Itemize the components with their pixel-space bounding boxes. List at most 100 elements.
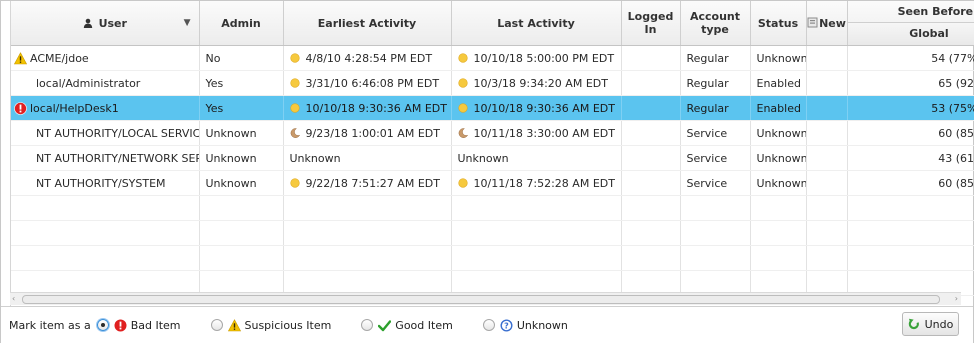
- accounts-panel: User ▼ Admin Earliest Activity Last Acti…: [0, 0, 974, 343]
- empty-cell: [680, 245, 751, 271]
- suspicious-item-radio[interactable]: [210, 319, 223, 331]
- empty-cell: [750, 195, 807, 221]
- user-name: NT AUTHORITY/LOCAL SERVICE: [36, 126, 199, 140]
- column-header-seen-global[interactable]: Global: [847, 23, 974, 45]
- empty-cell: [621, 220, 681, 246]
- sun-icon: [289, 52, 300, 63]
- column-header-account-type[interactable]: Account type: [680, 1, 751, 46]
- user-name: local/HelpDesk1: [30, 101, 119, 115]
- table-row[interactable]: local/Administrator Yes 3/31/10 6:46:08 PM…: [11, 70, 974, 96]
- empty-cell: [199, 195, 284, 221]
- last-activity-cell: 10/10/18 5:00:00 PM EDT: [451, 45, 622, 71]
- unknown-label: Unknown: [516, 318, 568, 332]
- earliest-activity-cell: Unknown: [283, 145, 452, 171]
- user-cell[interactable]: local/Administrator: [11, 70, 200, 96]
- table-row[interactable]: NT AUTHORITY/NETWORK SERVICEUnknownUnkno…: [11, 145, 974, 171]
- earliest-activity-cell-text: 3/31/10 6:46:08 PM EDT: [305, 76, 440, 90]
- account-type-cell: Service: [680, 120, 751, 146]
- last-activity-cell-text: 10/11/18 3:30:00 AM EDT: [473, 126, 615, 140]
- last-activity-cell: Unknown: [451, 145, 622, 171]
- last-activity-cell: 10/11/18 3:30:00 AM EDT: [451, 120, 622, 146]
- table-row[interactable]: NT AUTHORITY/LOCAL SERVICE Unknown 9/23/18…: [11, 120, 974, 146]
- account-type-cell: Regular: [680, 70, 751, 96]
- seen-before-cell: 54 (77%) / 16: [847, 45, 974, 71]
- empty-cell: [847, 245, 974, 271]
- svg-text:?: ?: [504, 321, 509, 330]
- new-cell: [806, 95, 848, 121]
- column-header-earliest-activity[interactable]: Earliest Activity: [283, 1, 452, 46]
- column-header-admin[interactable]: Admin: [199, 1, 284, 46]
- empty-cell: [806, 195, 848, 221]
- account-type-cell: Regular: [680, 95, 751, 121]
- warning-icon: [13, 51, 28, 65]
- column-header-user[interactable]: User ▼: [11, 1, 200, 46]
- last-activity-cell: 10/3/18 9:34:20 AM EDT: [451, 70, 622, 96]
- scroll-left-icon[interactable]: ‹: [12, 294, 15, 303]
- moon-icon: [290, 127, 300, 138]
- column-header-seen-before[interactable]: Seen Before / Bad Global: [847, 1, 974, 46]
- status-cell: Unknown: [750, 170, 807, 196]
- column-header-new-label: New: [819, 16, 846, 30]
- column-header-status[interactable]: Status: [750, 1, 807, 46]
- scroll-right-icon[interactable]: ›: [955, 294, 958, 303]
- sun-icon: [457, 77, 468, 88]
- status-cell: Enabled: [750, 70, 807, 96]
- earliest-activity-cell: 9/23/18 1:00:01 AM EDT: [283, 120, 452, 146]
- warning-icon: [227, 318, 241, 332]
- checkmark-icon: [378, 319, 392, 332]
- column-header-logged-in[interactable]: Logged In: [621, 1, 681, 46]
- empty-cell: [283, 195, 452, 221]
- mark-unknown-option[interactable]: ? Unknown: [482, 318, 568, 332]
- horizontal-scrollbar[interactable]: ‹ ›: [10, 292, 961, 305]
- empty-cell: [11, 195, 200, 221]
- sun-icon: [289, 102, 300, 113]
- status-cell: Enabled: [750, 95, 807, 121]
- new-cell: [806, 145, 848, 171]
- suspicious-item-label: Suspicious Item: [244, 318, 332, 332]
- user-name: ACME/jdoe: [30, 51, 89, 65]
- mark-bad-item-option[interactable]: Bad Item: [96, 319, 181, 332]
- earliest-activity-cell-text: 4/8/10 4:28:54 PM EDT: [305, 51, 433, 65]
- sun-icon: [289, 77, 300, 88]
- new-cell: [806, 70, 848, 96]
- table-row[interactable]: local/HelpDesk1 Yes 10/10/18 9:30:36 AM ED…: [11, 95, 974, 121]
- bad-item-radio[interactable]: [96, 319, 109, 331]
- user-cell[interactable]: local/HelpDesk1: [11, 95, 200, 121]
- sort-descending-icon[interactable]: ▼: [184, 18, 191, 28]
- earliest-activity-cell-text: 9/22/18 7:51:27 AM EDT: [305, 176, 440, 190]
- mark-suspicious-item-option[interactable]: Suspicious Item: [210, 318, 332, 332]
- earliest-activity-cell: 10/10/18 9:30:36 AM EDT: [283, 95, 452, 121]
- logged-in-cell: [621, 145, 681, 171]
- column-header-last-activity[interactable]: Last Activity: [451, 1, 622, 46]
- user-cell[interactable]: NT AUTHORITY/NETWORK SERVICE: [11, 145, 200, 171]
- user-cell[interactable]: NT AUTHORITY/LOCAL SERVICE: [11, 120, 200, 146]
- scrollbar-thumb[interactable]: [22, 295, 940, 304]
- empty-cell: [11, 245, 200, 271]
- undo-icon: [908, 318, 920, 330]
- logged-in-cell: [621, 95, 681, 121]
- admin-cell: Unknown: [199, 145, 284, 171]
- user-name: local/Administrator: [36, 76, 141, 90]
- last-activity-cell-text: 10/10/18 5:00:00 PM EDT: [473, 51, 615, 65]
- unknown-radio[interactable]: [482, 319, 495, 331]
- mark-good-item-option[interactable]: Good Item: [361, 319, 453, 332]
- user-cell[interactable]: ACME/jdoe: [11, 45, 200, 71]
- empty-cell: [451, 195, 622, 221]
- logged-in-cell: [621, 170, 681, 196]
- undo-button[interactable]: Undo: [902, 312, 959, 336]
- empty-cell: [750, 220, 807, 246]
- earliest-activity-cell-text: 10/10/18 9:30:36 AM EDT: [305, 101, 447, 115]
- seen-before-cell: 65 (92%) / 0: [847, 70, 974, 96]
- empty-cell: [750, 245, 807, 271]
- table-row[interactable]: ACME/jdoe No 4/8/10 4:28:54 PM EDT 10/10/18…: [11, 45, 974, 71]
- column-header-new[interactable]: New: [806, 1, 848, 46]
- table-row[interactable]: NT AUTHORITY/SYSTEM Unknown 9/22/18 7:51:2…: [11, 170, 974, 196]
- admin-cell: Unknown: [199, 170, 284, 196]
- column-header-user-label: User: [98, 16, 127, 30]
- empty-row: [11, 195, 974, 221]
- user-name: NT AUTHORITY/NETWORK SERVICE: [36, 151, 198, 165]
- admin-cell: Unknown: [199, 120, 284, 146]
- good-item-radio[interactable]: [361, 319, 374, 331]
- user-cell[interactable]: NT AUTHORITY/SYSTEM: [11, 170, 200, 196]
- mark-item-toolbar: Mark item as a Bad Item Suspicious Item …: [1, 306, 973, 343]
